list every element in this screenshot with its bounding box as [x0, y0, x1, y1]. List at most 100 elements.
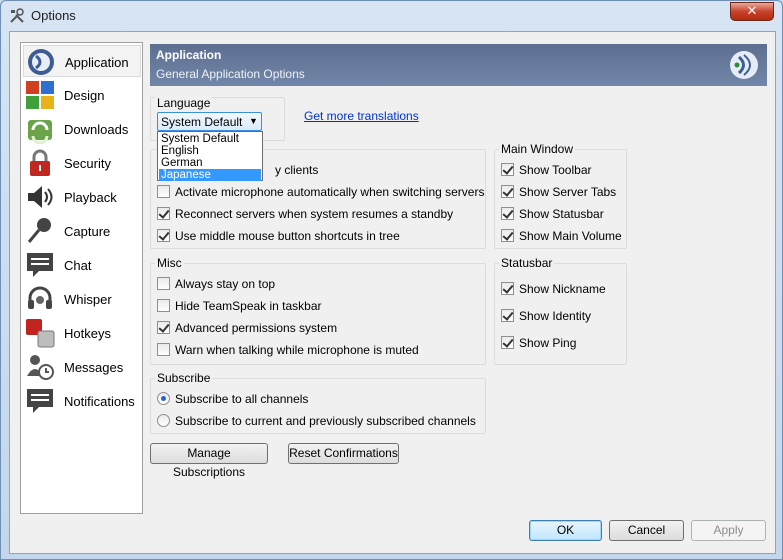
sidebar-item-downloads[interactable]: Downloads [23, 113, 141, 145]
sidebar-item-label: Application [65, 55, 129, 70]
sidebar-item-capture[interactable]: Capture [23, 215, 141, 247]
page-header: Application General Application Options [150, 44, 767, 86]
show-server-tabs-option[interactable]: Show Server Tabs [501, 184, 621, 200]
checkbox[interactable] [501, 336, 514, 349]
checkbox[interactable] [157, 185, 170, 198]
sidebar-item-label: Chat [64, 258, 92, 273]
reset-confirmations-button[interactable]: Reset Confirmations [288, 443, 399, 464]
checkbox[interactable] [157, 343, 170, 356]
radio-button[interactable] [157, 392, 170, 405]
checkbox[interactable] [157, 277, 170, 290]
checkbox-label: Show Nickname [519, 282, 606, 296]
sidebar-item-notifications[interactable]: Notifications [23, 385, 141, 417]
show-toolbar-option[interactable]: Show Toolbar [501, 162, 621, 178]
checkbox-label: Use middle mouse button shortcuts in tre… [175, 229, 400, 243]
checkbox-label: Activate microphone automatically when s… [175, 185, 485, 199]
show-nickname-option[interactable]: Show Nickname [501, 281, 621, 297]
checkbox[interactable] [501, 229, 514, 242]
downloads-icon [28, 120, 52, 144]
checkbox[interactable] [501, 163, 514, 176]
radio-label: Subscribe to current and previously subs… [175, 414, 476, 428]
middle-mouse-shortcuts-option[interactable]: Use middle mouse button shortcuts in tre… [157, 228, 477, 244]
sidebar-item-label: Playback [64, 190, 117, 205]
window-title: Options [31, 8, 76, 23]
subscribe-all-channels-option[interactable]: Subscribe to all channels [157, 391, 477, 407]
options-window: Options ✕ Application Design Downloads S… [0, 0, 783, 560]
checkbox-label: Show Main Volume [519, 229, 622, 243]
checkbox[interactable] [157, 321, 170, 334]
apply-button[interactable]: Apply [691, 520, 766, 541]
checkbox-label: Show Statusbar [519, 207, 604, 221]
show-ping-option[interactable]: Show Ping [501, 335, 621, 351]
lock-icon [30, 149, 50, 176]
sidebar-item-chat[interactable]: Chat [23, 249, 141, 281]
chat-icon [27, 253, 53, 277]
microphone-icon [27, 218, 51, 243]
category-sidebar: Application Design Downloads Security Pl… [20, 42, 143, 514]
checkbox[interactable] [157, 229, 170, 242]
activate-microphone-option[interactable]: Activate microphone automatically when s… [157, 184, 484, 200]
checkbox-label: Advanced permissions system [175, 321, 338, 335]
get-more-translations-link[interactable]: Get more translations [304, 109, 419, 123]
checkbox-label: Show Ping [519, 336, 577, 350]
subscribe-current-channels-option[interactable]: Subscribe to current and previously subs… [157, 413, 477, 429]
advanced-permissions-option[interactable]: Advanced permissions system [157, 320, 477, 336]
statusbar-group-title: Statusbar [499, 256, 555, 270]
tools-icon [10, 8, 24, 23]
sidebar-item-label: Capture [64, 224, 111, 239]
language-select[interactable]: System Default ▼ [157, 112, 262, 131]
sidebar-item-label: Design [64, 88, 105, 103]
checkbox-label: Reconnect servers when system resumes a … [175, 207, 454, 221]
language-option-system-default[interactable]: System Default [159, 133, 261, 145]
sidebar-item-security[interactable]: Security [23, 147, 141, 179]
hide-in-taskbar-option[interactable]: Hide TeamSpeak in taskbar [157, 298, 477, 314]
checkbox-label: Hide TeamSpeak in taskbar [175, 299, 322, 313]
warn-mic-muted-option[interactable]: Warn when talking while microphone is mu… [157, 342, 477, 358]
sidebar-item-whisper[interactable]: Whisper [23, 283, 141, 315]
dialog-body: Application Design Downloads Security Pl… [9, 31, 776, 554]
sidebar-item-playback[interactable]: Playback [23, 181, 141, 213]
language-option-german[interactable]: German [159, 157, 261, 169]
sidebar-item-label: Hotkeys [64, 326, 111, 341]
show-statusbar-option[interactable]: Show Statusbar [501, 206, 621, 222]
checkbox-label: Always stay on top [175, 277, 276, 291]
show-main-volume-option[interactable]: Show Main Volume [501, 228, 622, 244]
checkbox[interactable] [501, 282, 514, 295]
teamspeak-logo-icon [730, 51, 758, 79]
notifications-icon [27, 389, 53, 413]
sidebar-item-design[interactable]: Design [23, 79, 141, 111]
checkbox-label: Show Server Tabs [519, 185, 617, 199]
language-group-title: Language [155, 96, 213, 110]
checkbox-label: Show Identity [519, 309, 592, 323]
checkbox[interactable] [501, 185, 514, 198]
checkbox[interactable] [501, 207, 514, 220]
sidebar-item-hotkeys[interactable]: Hotkeys [23, 317, 141, 349]
radio-button[interactable] [157, 414, 170, 427]
main-window-group-title: Main Window [499, 142, 576, 156]
ok-button[interactable]: OK [529, 520, 602, 541]
checkbox[interactable] [157, 299, 170, 312]
close-button[interactable]: ✕ [730, 2, 774, 21]
reconnect-servers-option[interactable]: Reconnect servers when system resumes a … [157, 206, 477, 222]
always-on-top-option[interactable]: Always stay on top [157, 276, 477, 292]
checkbox[interactable] [157, 207, 170, 220]
headset-icon [28, 286, 52, 309]
checkbox[interactable] [501, 309, 514, 322]
sidebar-item-label: Whisper [64, 292, 112, 307]
checkbox-label: y clients [275, 163, 319, 177]
speaker-icon [28, 186, 53, 208]
sidebar-item-application[interactable]: Application [23, 45, 141, 77]
title-bar[interactable]: Options ✕ [1, 1, 782, 31]
show-identity-option[interactable]: Show Identity [501, 308, 621, 324]
language-option-english[interactable]: English [159, 145, 261, 157]
page-title: Application [156, 48, 222, 62]
misc-group-title: Misc [155, 256, 184, 270]
cancel-button[interactable]: Cancel [609, 520, 684, 541]
sidebar-item-messages[interactable]: Messages [23, 351, 141, 383]
chevron-down-icon: ▼ [249, 116, 258, 126]
checkbox-label: Show Toolbar [519, 163, 592, 177]
sidebar-item-label: Notifications [64, 394, 135, 409]
manage-subscriptions-button[interactable]: Manage Subscriptions [150, 443, 268, 479]
subscribe-group-title: Subscribe [155, 371, 213, 385]
language-option-japanese[interactable]: Japanese [159, 169, 261, 181]
